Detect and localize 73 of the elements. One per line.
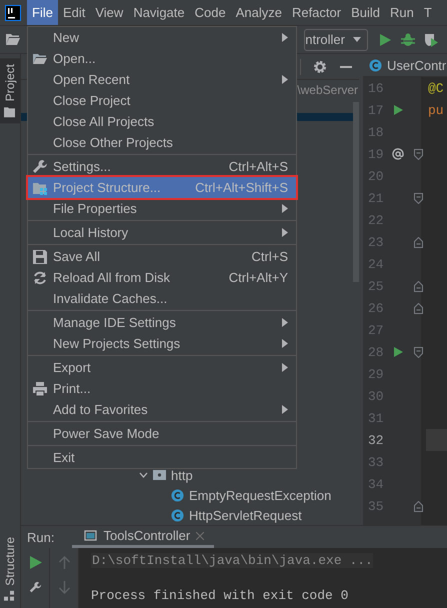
app-logo — [5, 5, 21, 21]
fold-marker-icon[interactable] — [414, 346, 423, 358]
wrench-icon — [32, 158, 48, 174]
menu-item[interactable]: Close Other Projects — [28, 132, 296, 153]
tree-item[interactable]: HttpServletRequest — [189, 508, 302, 522]
blocks-icon — [4, 591, 16, 602]
scrollbar-thumb[interactable] — [353, 102, 359, 282]
run-icon[interactable] — [28, 556, 42, 569]
console-line: Process finished with exit code 0 — [91, 588, 350, 603]
menu-item[interactable]: Reload All from Disk Ctrl+Alt+Y — [28, 267, 296, 288]
menu-bar-item[interactable]: Edit — [58, 0, 90, 25]
menu-item[interactable]: Save All Ctrl+S — [28, 246, 296, 267]
menu-item[interactable]: Close All Projects — [28, 111, 296, 132]
run-icon[interactable] — [378, 32, 392, 46]
fold-marker-icon[interactable] — [414, 148, 423, 160]
run-label: Run: — [27, 530, 54, 544]
editor-tab[interactable]: UserContr — [363, 54, 447, 77]
menu-item[interactable]: New Projects Settings — [28, 333, 296, 354]
menu-item[interactable]: File Properties — [28, 198, 296, 219]
menu-item[interactable]: Add to Favorites — [28, 399, 296, 420]
menu-item[interactable]: Settings... Ctrl+Alt+S — [28, 156, 296, 177]
menu-item[interactable]: Invalidate Caches... — [28, 288, 296, 309]
tree-item[interactable]: EmptyRequestException — [189, 488, 332, 502]
tree-item[interactable]: http — [171, 468, 193, 482]
bug-icon[interactable] — [401, 32, 415, 46]
code-text: @C — [428, 80, 444, 96]
console-icon — [84, 529, 98, 542]
fold-marker-icon[interactable] — [414, 500, 423, 512]
project-path: \webServer — [297, 82, 359, 97]
menu-bar-item[interactable]: Build — [346, 0, 386, 25]
menu-bar-item[interactable]: View — [90, 0, 128, 25]
class-icon — [369, 58, 382, 72]
caret-icon[interactable] — [353, 37, 361, 42]
settings-icon[interactable] — [313, 60, 327, 74]
class-icon — [171, 508, 184, 522]
code-text: pu — [428, 102, 444, 118]
chevron-icon[interactable] — [139, 472, 148, 478]
menu-item[interactable]: Close Project — [28, 90, 296, 111]
printer-icon — [32, 380, 48, 396]
tool-window-tab[interactable]: Structure — [0, 531, 20, 608]
menu-item[interactable]: New — [28, 27, 296, 48]
menu-bar-item[interactable]: Navigate — [128, 0, 190, 25]
run-icon[interactable] — [392, 346, 404, 358]
menu-item[interactable]: Open Recent — [28, 69, 296, 90]
menu-bar-item[interactable]: T — [418, 0, 437, 25]
menu-item[interactable]: Export — [28, 357, 296, 378]
menu-item[interactable]: Local History — [28, 222, 296, 243]
menu-item[interactable]: Print... — [28, 378, 296, 399]
menu-item[interactable]: Manage IDE Settings — [28, 312, 296, 333]
menu-item[interactable]: Power Save Mode — [28, 423, 296, 444]
folder-icon[interactable] — [6, 33, 20, 46]
shield-run-icon[interactable] — [424, 32, 438, 46]
run-configuration-dropdown[interactable]: ntroller — [304, 28, 368, 50]
menu-bar-item[interactable]: File — [27, 0, 58, 25]
folder-icon — [4, 106, 16, 118]
menu-bar-item[interactable]: Code — [190, 0, 231, 25]
close-icon[interactable] — [196, 532, 204, 540]
fold-marker-icon[interactable] — [414, 192, 423, 204]
menu-bar-item[interactable]: Analyze — [230, 0, 287, 25]
class-icon — [171, 488, 184, 502]
menu-bar-item[interactable]: Run — [385, 0, 419, 25]
run-icon[interactable] — [392, 104, 404, 116]
wrench-icon[interactable] — [28, 581, 42, 594]
fold-marker-icon[interactable] — [414, 302, 423, 314]
tool-window-tab[interactable]: Project — [0, 58, 20, 124]
menu-bar-item[interactable]: Refactor — [286, 0, 346, 25]
menu-item[interactable]: Exit — [28, 447, 296, 468]
at-sign-icon[interactable] — [392, 148, 404, 160]
reload-icon — [32, 270, 48, 286]
fold-marker-icon[interactable] — [414, 280, 423, 292]
menu-item[interactable]: Open... — [28, 48, 296, 69]
fold-marker-icon[interactable] — [414, 236, 423, 248]
line-number: 32 — [368, 432, 385, 448]
